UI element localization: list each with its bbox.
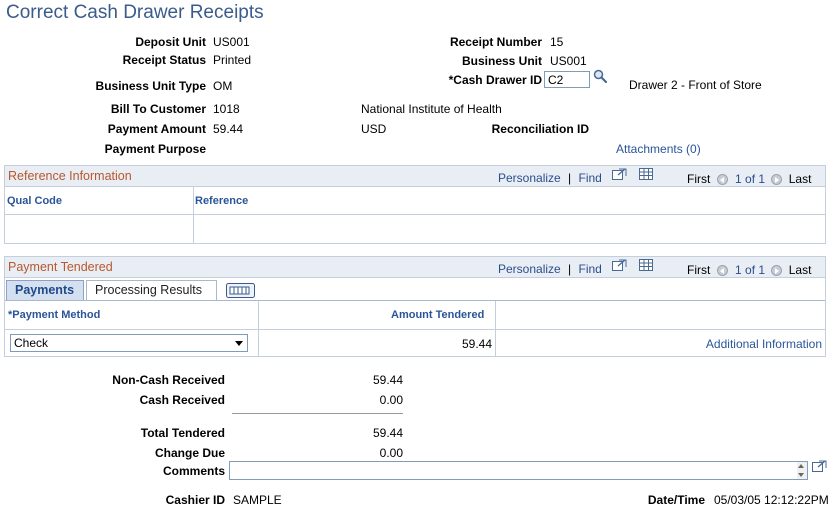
first-link[interactable]: First xyxy=(687,172,710,186)
search-icon[interactable] xyxy=(593,69,608,84)
column-header-reference[interactable]: Reference xyxy=(195,195,248,207)
additional-information-link[interactable]: Additional Information xyxy=(706,337,822,351)
divider xyxy=(5,214,825,215)
tab-processing-results[interactable]: Processing Results xyxy=(86,280,217,300)
bill-to-customer-name: National Institute of Health xyxy=(361,102,502,116)
total-tendered-value: 59.44 xyxy=(372,426,403,440)
payment-method-value: Check xyxy=(14,336,49,350)
download-icon[interactable] xyxy=(639,168,654,184)
receipt-status-value: Printed xyxy=(213,53,252,67)
deposit-unit-value: US001 xyxy=(213,35,250,49)
last-link[interactable]: Last xyxy=(789,263,812,277)
date-time-label: Date/Time xyxy=(647,493,705,507)
reference-grid-toolbar: Personalize | Find xyxy=(498,171,602,185)
comments-label: Comments xyxy=(162,464,225,478)
divider xyxy=(495,301,496,356)
cashier-id-value: SAMPLE xyxy=(233,493,282,507)
cash-received-label: Cash Received xyxy=(139,393,225,407)
divider xyxy=(5,300,825,301)
comments-field[interactable] xyxy=(229,461,808,480)
page-title: Correct Cash Drawer Receipts xyxy=(6,2,264,23)
attachments-link[interactable]: Attachments (0) xyxy=(616,142,701,156)
page-info: 1 of 1 xyxy=(735,172,766,186)
previous-icon[interactable] xyxy=(716,174,728,186)
deposit-unit-label: Deposit Unit xyxy=(135,35,206,49)
bill-to-customer-value: 1018 xyxy=(213,102,240,116)
payment-grid-toolbar: Personalize | Find xyxy=(498,262,602,276)
payment-purpose-label: Payment Purpose xyxy=(104,142,206,156)
column-header-amount-tendered[interactable]: Amount Tendered xyxy=(391,309,484,321)
receipt-number-value: 15 xyxy=(550,35,564,49)
chevron-down-icon[interactable] xyxy=(235,341,243,346)
page-info: 1 of 1 xyxy=(735,263,766,277)
next-icon[interactable] xyxy=(771,174,783,186)
show-all-columns-icon[interactable] xyxy=(226,283,255,301)
receipt-number-label: Receipt Number xyxy=(449,35,542,49)
business-unit-type-label: Business Unit Type xyxy=(95,79,206,93)
divider xyxy=(258,301,259,356)
first-link[interactable]: First xyxy=(687,263,710,277)
bill-to-customer-label: Bill To Customer xyxy=(110,102,206,116)
tab-payments[interactable]: Payments xyxy=(6,280,84,300)
personalize-link[interactable]: Personalize xyxy=(498,171,561,185)
payment-method-select[interactable]: Check xyxy=(10,334,248,352)
last-link[interactable]: Last xyxy=(789,172,812,186)
payment-grid-title: Payment Tendered xyxy=(8,260,113,274)
next-icon[interactable] xyxy=(771,265,783,277)
download-icon[interactable] xyxy=(639,259,654,275)
non-cash-received-label: Non-Cash Received xyxy=(112,373,225,387)
comments-scrollbar[interactable] xyxy=(797,462,807,479)
scroll-down-icon[interactable] xyxy=(798,473,804,477)
reference-grid-pagination: First 1 of 1 Last xyxy=(687,172,811,186)
payment-amount-value: 59.44 xyxy=(213,122,244,136)
business-unit-label: Business Unit xyxy=(461,54,542,68)
receipt-status-label: Receipt Status xyxy=(122,53,206,67)
view-all-icon[interactable] xyxy=(612,259,627,275)
separator: | xyxy=(568,171,572,185)
amount-tendered-value: 59.44 xyxy=(461,337,492,351)
total-tendered-label: Total Tendered xyxy=(140,426,225,440)
divider xyxy=(193,187,194,243)
cash-drawer-label: *Cash Drawer ID xyxy=(448,73,542,87)
previous-icon[interactable] xyxy=(716,265,728,277)
payment-amount-label: Payment Amount xyxy=(107,122,206,136)
separator: | xyxy=(568,262,572,276)
personalize-link[interactable]: Personalize xyxy=(498,262,561,276)
business-unit-value: US001 xyxy=(550,54,587,68)
non-cash-received-value: 59.44 xyxy=(372,373,403,387)
business-unit-type-value: OM xyxy=(213,79,233,93)
currency-value: USD xyxy=(361,122,387,136)
cash-drawer-description: Drawer 2 - Front of Store xyxy=(629,78,762,92)
column-header-payment-method[interactable]: *Payment Method xyxy=(8,309,100,321)
change-due-label: Change Due xyxy=(154,446,225,460)
reconciliation-id-label: Reconciliation ID xyxy=(491,122,589,136)
cashier-id-label: Cashier ID xyxy=(165,493,225,507)
column-header-qual-code[interactable]: Qual Code xyxy=(7,195,62,207)
view-all-icon[interactable] xyxy=(612,168,627,184)
find-link[interactable]: Find xyxy=(579,171,602,185)
cash-received-value: 0.00 xyxy=(379,393,403,407)
scroll-up-icon[interactable] xyxy=(798,464,804,468)
change-due-value: 0.00 xyxy=(379,446,403,460)
reference-grid-title: Reference Information xyxy=(8,169,132,183)
date-time-value: 05/03/05 12:12:22PM xyxy=(714,493,829,507)
divider xyxy=(5,329,825,330)
payment-grid-pagination: First 1 of 1 Last xyxy=(687,263,811,277)
cash-drawer-input[interactable]: C2 xyxy=(544,71,590,88)
divider xyxy=(232,413,403,414)
find-link[interactable]: Find xyxy=(579,262,602,276)
expand-comments-icon[interactable] xyxy=(812,460,827,476)
